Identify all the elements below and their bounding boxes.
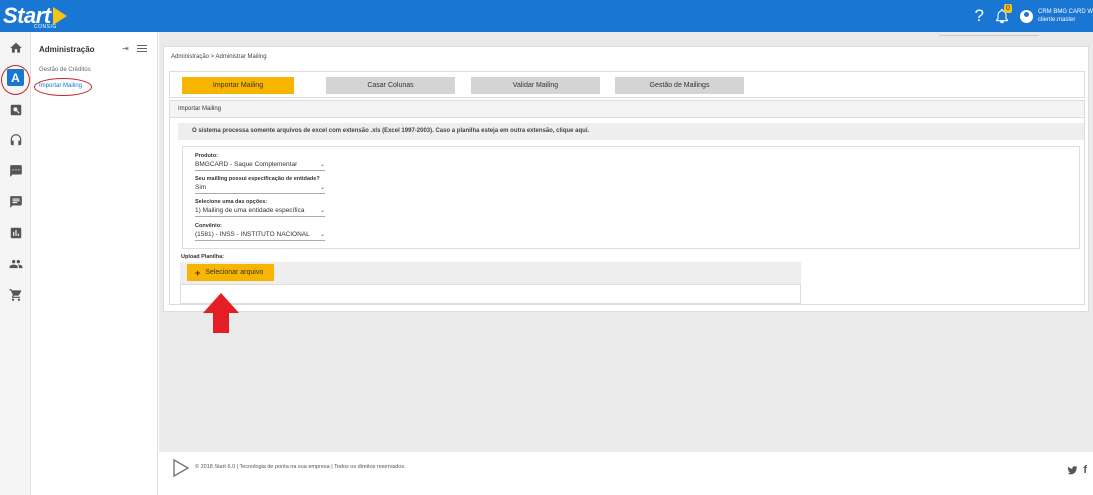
info-message[interactable]: O sistema processa somente arquivos de e… (178, 123, 1084, 140)
icon-sidebar: A (0, 32, 31, 495)
cart-icon[interactable] (8, 287, 23, 302)
tab-importar-mailing[interactable]: Importar Mailing (182, 77, 294, 94)
chevron-down-icon: ⌄ (319, 232, 325, 238)
product-label: Produto: (195, 153, 218, 159)
pin-icon[interactable]: ⇥ (122, 44, 129, 53)
user-info[interactable]: CRM BMG CARD WS cliente.master (1038, 8, 1093, 24)
upload-label: Upload Planilha: (181, 254, 225, 260)
convenio-select[interactable]: (1581) - INSS - INSTITUTO NACIONAL ⌄ (195, 231, 325, 241)
chevron-down-icon: ⌄ (319, 208, 325, 214)
product-select[interactable]: BMGCARD - Saque Complementar ⌄ (195, 161, 325, 171)
footer-logo-icon (173, 458, 190, 482)
user-account-name: CRM BMG CARD WS (1038, 9, 1093, 15)
select-file-label: Selecionar arquivo (205, 269, 264, 276)
product-select-value: BMGCARD - Saque Complementar (195, 161, 298, 168)
notification-count-badge: 0 (1004, 4, 1012, 13)
top-bar-actions: ? 0 CRM BMG CARD WS cliente.master (975, 0, 1093, 32)
top-bar: Start CONSIG ? 0 CRM BMG CARD WS cliente… (0, 0, 1093, 32)
entity-spec-select-value: Sim (195, 184, 207, 191)
entity-spec-label: Seu mailling possui especificação de ent… (195, 176, 320, 182)
content-panel: Administração > Administrar Mailing Impo… (163, 46, 1089, 312)
play-icon (52, 7, 67, 25)
help-icon[interactable]: ? (975, 6, 984, 26)
convenio-label: Convênio: (195, 223, 222, 229)
red-arrow-up-icon (203, 293, 239, 338)
users-icon[interactable] (8, 256, 23, 271)
section-title: Importar Mailing (178, 106, 222, 112)
twitter-icon[interactable] (1067, 465, 1078, 476)
menu-item-gestao-creditos[interactable]: Gestão de Créditos (39, 67, 91, 73)
import-section: Importar Mailing O sistema processa some… (169, 100, 1085, 305)
upload-file-area[interactable] (180, 284, 801, 304)
social-links: f (1067, 464, 1087, 476)
top-tab-strip (939, 32, 1039, 36)
start-logo[interactable]: Start CONSIG (3, 3, 67, 30)
annotation-circle-admin (1, 65, 30, 95)
option-select-value: 1) Mailing de uma entidade específica (195, 207, 305, 214)
menu-title: Administração (39, 45, 95, 54)
chart-icon[interactable] (8, 225, 23, 240)
admin-menu-panel: Administração ⇥ Gestão de Créditos Impor… (31, 32, 158, 495)
message-icon[interactable] (8, 194, 23, 209)
logo-subtitle: CONSIG (34, 24, 57, 30)
main-content: Administração > Administrar Mailing Impo… (159, 32, 1093, 495)
search-icon[interactable] (8, 102, 23, 117)
chevron-down-icon: ⌄ (319, 162, 325, 168)
chat-icon[interactable] (8, 163, 23, 178)
option-label: Selecione uma das opções: (195, 199, 268, 205)
annotation-circle-importar-mailing (34, 78, 92, 96)
footer-copyright: © 2018 Start 6.0 | Tecnologia de ponta n… (195, 464, 406, 470)
tab-validar-mailing[interactable]: Validar Mailing (471, 77, 600, 94)
convenio-select-value: (1581) - INSS - INSTITUTO NACIONAL (195, 231, 310, 238)
tab-gestao-de-mailings[interactable]: Gestão de Mailings (615, 77, 744, 94)
notification-bell-icon[interactable]: 0 (994, 4, 1012, 24)
breadcrumb: Administração > Administrar Mailing (171, 54, 267, 60)
user-login: cliente.master (1038, 17, 1076, 23)
chevron-down-icon: ⌄ (319, 185, 325, 191)
footer: © 2018 Start 6.0 | Tecnologia de ponta n… (159, 452, 1093, 495)
section-header: Importar Mailing (170, 101, 1084, 118)
home-icon[interactable] (8, 40, 23, 55)
tab-casar-colunas[interactable]: Casar Colunas (326, 77, 455, 94)
facebook-icon[interactable]: f (1083, 464, 1087, 476)
hamburger-menu-icon[interactable] (137, 45, 147, 54)
user-avatar-icon[interactable] (1020, 9, 1033, 23)
plus-icon: + (195, 267, 201, 278)
option-select[interactable]: 1) Mailing de uma entidade específica ⌄ (195, 207, 325, 217)
entity-spec-select[interactable]: Sim ⌄ (195, 184, 325, 194)
headset-icon[interactable] (8, 132, 23, 147)
mailing-form: Produto: BMGCARD - Saque Complementar ⌄ S… (182, 146, 1080, 249)
step-tabs: Importar Mailing Casar Colunas Validar M… (169, 71, 1085, 98)
select-file-button[interactable]: + Selecionar arquivo (187, 264, 274, 281)
